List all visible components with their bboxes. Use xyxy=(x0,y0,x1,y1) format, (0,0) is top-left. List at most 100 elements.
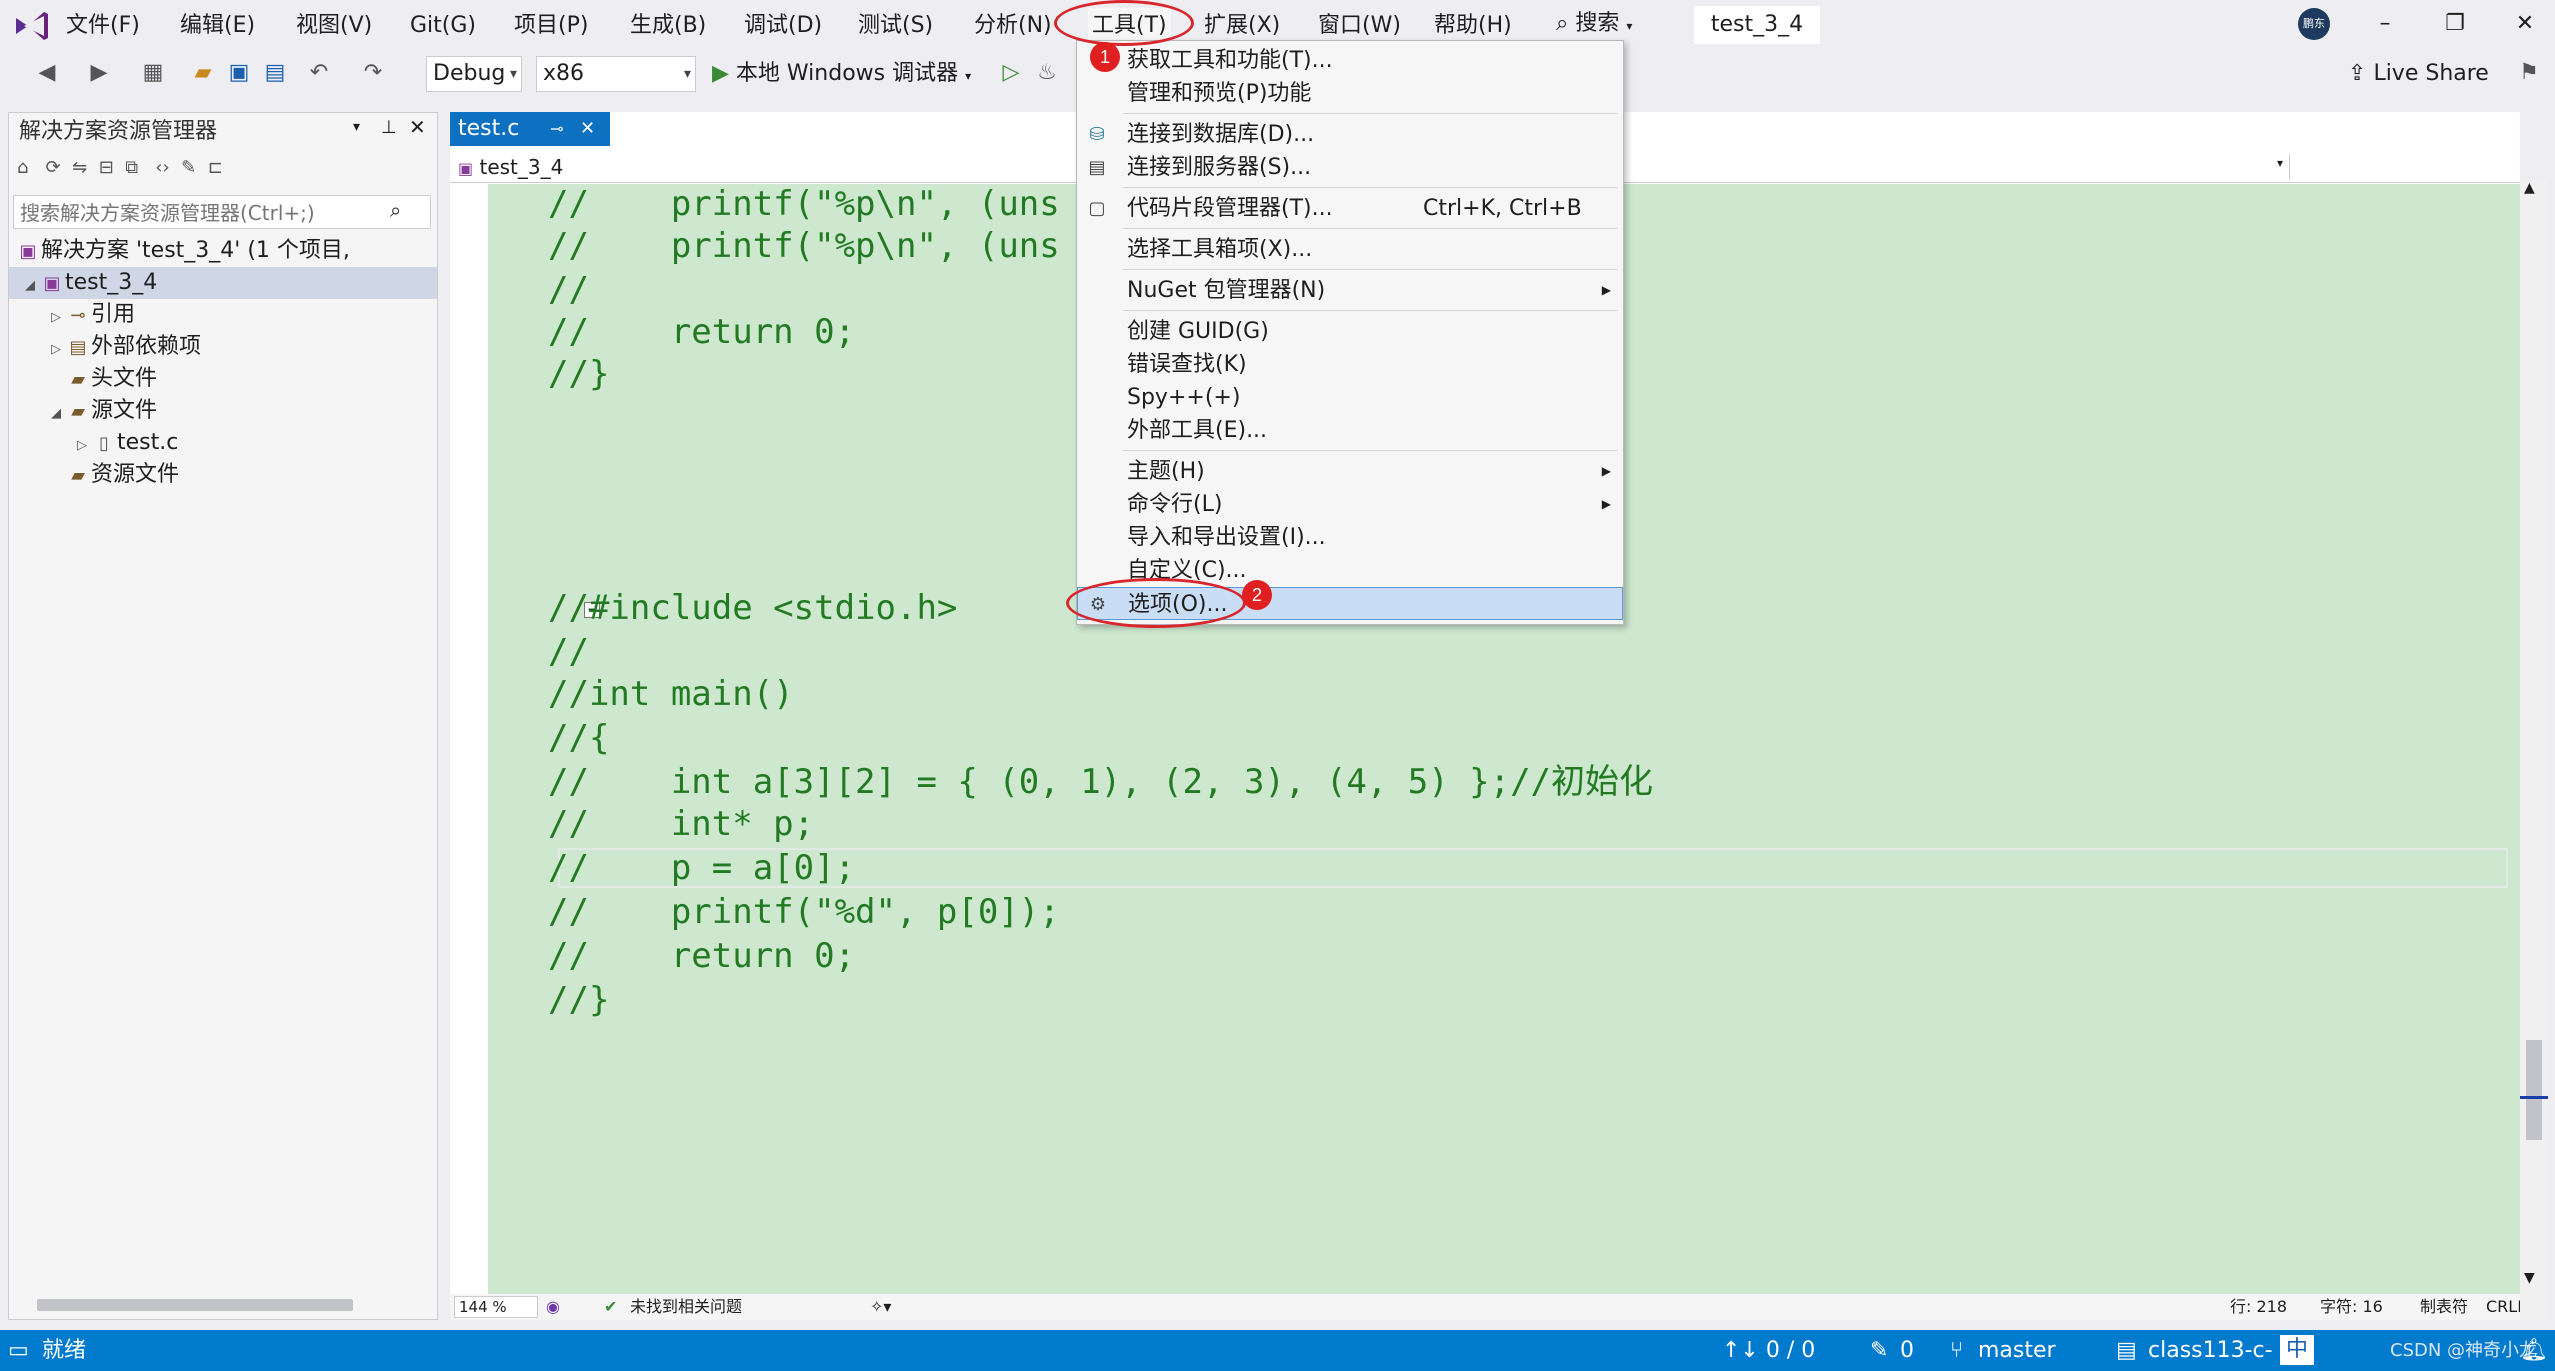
start-without-debug-icon[interactable]: ▷ xyxy=(998,60,1024,86)
new-project-icon[interactable]: ▦ xyxy=(140,60,166,86)
save-all-icon[interactable]: ▤ xyxy=(262,60,288,86)
menu-help[interactable]: 帮助(H) xyxy=(1434,8,1512,44)
preview-icon[interactable]: ⊏ xyxy=(208,157,223,178)
undo-icon[interactable]: ↶ xyxy=(306,60,332,86)
scope-dropdown[interactable]: ▣ test_3_4 xyxy=(452,154,1072,180)
restore-button[interactable]: ❐ xyxy=(2430,6,2480,42)
config-dropdown[interactable]: Debug ▾ xyxy=(426,56,522,92)
menu-project[interactable]: 项目(P) xyxy=(514,8,588,44)
menu-import-export[interactable]: 导入和导出设置(I)... xyxy=(1077,521,1623,554)
vertical-scrollbar[interactable]: ▲ ▼ xyxy=(2520,180,2548,1320)
tree-node-project[interactable]: ◢ ▣ test_3_4 xyxy=(9,267,437,299)
tree-node-test-c[interactable]: ▷ ▯ test.c xyxy=(9,427,178,459)
solution-explorer-panel: 解决方案资源管理器 ▾ ⊥ ✕ ⌂ ⟳ ⇋ ⊟ ⧉ ‹› ✎ ⊏ ⌕ ▣解决方案… xyxy=(8,112,438,1320)
function-dropdown[interactable] xyxy=(2296,154,2555,180)
menu-test[interactable]: 测试(S) xyxy=(858,8,933,44)
line-indicator[interactable]: 行: 218 xyxy=(2230,1294,2287,1320)
tree-node-external-deps[interactable]: ▷ ▤ 外部依赖项 xyxy=(9,331,201,363)
back-icon[interactable]: ◀ xyxy=(34,60,60,86)
menu-connect-server[interactable]: ▤ 连接到服务器(S)... xyxy=(1077,151,1623,184)
hot-reload-icon[interactable]: ♨ xyxy=(1034,60,1060,86)
menu-theme[interactable]: 主题(H) ▶ xyxy=(1077,455,1623,488)
switch-view-icon[interactable]: ⇋ xyxy=(72,157,87,178)
tree-node-source-files[interactable]: ◢ ▰ 源文件 xyxy=(9,395,157,427)
menu-git[interactable]: Git(G) xyxy=(410,8,476,44)
home-icon[interactable]: ⌂ xyxy=(17,157,28,178)
collapsed-icon[interactable]: ▷ xyxy=(47,334,65,366)
redo-icon[interactable]: ↷ xyxy=(360,60,386,86)
menu-connect-database[interactable]: ⛁ 连接到数据库(D)... xyxy=(1077,118,1623,151)
tab-mode-indicator[interactable]: 制表符 xyxy=(2420,1294,2468,1320)
repo-name[interactable]: class113-c- xyxy=(2148,1330,2273,1371)
expanded-icon[interactable]: ◢ xyxy=(47,398,65,430)
scroll-up-icon[interactable]: ▲ xyxy=(2524,180,2535,196)
scroll-position-marker xyxy=(2520,1096,2548,1099)
menu-snippet-manager[interactable]: ▢ 代码片段管理器(T)... Ctrl+K, Ctrl+B xyxy=(1077,192,1623,225)
collapsed-icon[interactable]: ▷ xyxy=(47,302,65,334)
menu-extensions[interactable]: 扩展(X) xyxy=(1204,8,1280,44)
sync-icon[interactable]: ⟳ xyxy=(46,157,61,178)
panel-dropdown-icon[interactable]: ▾ xyxy=(353,119,360,135)
collapsed-icon[interactable]: ▷ xyxy=(73,430,91,462)
intellicode-icon[interactable]: ◉ xyxy=(546,1294,560,1320)
menu-analyze[interactable]: 分析(N) xyxy=(974,8,1052,44)
platform-dropdown[interactable]: x86 ▾ xyxy=(536,56,696,92)
tree-node-resource-files[interactable]: ▰ 资源文件 xyxy=(9,459,179,491)
forward-icon[interactable]: ▶ xyxy=(86,60,112,86)
code-icon[interactable]: ‹› xyxy=(155,157,169,178)
tab-test-c[interactable]: test.c ⊸ ✕ xyxy=(450,112,610,146)
tab-label: test.c xyxy=(458,116,520,141)
start-debug-button[interactable]: ▶ 本地 Windows 调试器 ▾ xyxy=(712,56,971,92)
scroll-thumb[interactable] xyxy=(2526,1040,2542,1140)
menu-create-guid[interactable]: 创建 GUID(G) xyxy=(1077,315,1623,348)
pin-tab-icon[interactable]: ⊸ xyxy=(550,112,563,146)
explorer-search-box[interactable]: ⌕ xyxy=(13,195,431,229)
zoom-dropdown[interactable]: 144 % xyxy=(454,1296,538,1318)
avatar[interactable]: 鹏东 xyxy=(2298,8,2330,40)
menu-view[interactable]: 视图(V) xyxy=(296,8,372,44)
menu-get-tools[interactable]: 获取工具和功能(T)... xyxy=(1077,44,1623,77)
live-share-button[interactable]: ⇪ Live Share xyxy=(2348,56,2489,92)
menu-build[interactable]: 生成(B) xyxy=(630,8,706,44)
menu-choose-toolbox[interactable]: 选择工具箱项(X)... xyxy=(1077,233,1623,266)
menu-nuget[interactable]: NuGet 包管理器(N) ▶ xyxy=(1077,274,1623,307)
tree-node-solution[interactable]: ▣ 解决方案 'test_3_4' (1 个项目, xyxy=(15,235,349,267)
tree-node-header-files[interactable]: ▰ 头文件 xyxy=(9,363,157,395)
pending-edits[interactable]: 0 xyxy=(1900,1330,1914,1371)
cleanup-icon[interactable]: ✧▾ xyxy=(870,1294,891,1320)
menu-window[interactable]: 窗口(W) xyxy=(1318,8,1401,44)
notification-icon[interactable]: 🔔︎ xyxy=(2520,1330,2548,1371)
output-icon[interactable]: ▭ xyxy=(8,1330,29,1371)
member-dropdown[interactable]: ▾ xyxy=(1630,154,2290,180)
menu-edit[interactable]: 编辑(E) xyxy=(180,8,255,44)
explorer-search-input[interactable] xyxy=(18,198,382,228)
issues-text[interactable]: 未找到相关问题 xyxy=(630,1294,742,1320)
pin-icon[interactable]: ⊥ xyxy=(381,117,397,138)
menu-file[interactable]: 文件(F) xyxy=(66,8,140,44)
open-folder-icon[interactable]: ▰ xyxy=(190,60,216,86)
expanded-icon[interactable]: ◢ xyxy=(21,270,39,302)
menu-command-line[interactable]: 命令行(L) ▶ xyxy=(1077,488,1623,521)
collapse-all-icon[interactable]: ⊟ xyxy=(99,157,114,178)
global-search[interactable]: ⌕ 搜索 ▾ xyxy=(1556,6,1632,44)
properties-icon[interactable]: ✎ xyxy=(181,157,196,178)
minimize-button[interactable]: – xyxy=(2360,6,2410,42)
sync-status[interactable]: ↑↓ 0 / 0 xyxy=(1722,1330,1815,1371)
menu-debug[interactable]: 调试(D) xyxy=(744,8,822,44)
menu-spy[interactable]: Spy++(+) xyxy=(1077,381,1623,414)
close-window-button[interactable]: ✕ xyxy=(2500,6,2550,42)
scroll-down-icon[interactable]: ▼ xyxy=(2524,1270,2535,1286)
close-icon[interactable]: ✕ xyxy=(580,112,595,146)
ime-indicator[interactable]: 中 xyxy=(2280,1335,2315,1365)
show-all-files-icon[interactable]: ⧉ xyxy=(125,157,138,178)
menu-external-tools[interactable]: 外部工具(E)... xyxy=(1077,414,1623,447)
save-icon[interactable]: ▣ xyxy=(226,60,252,86)
branch-name[interactable]: master xyxy=(1978,1330,2056,1371)
menu-error-lookup[interactable]: 错误查找(K) xyxy=(1077,348,1623,381)
tree-node-references[interactable]: ▷ ⊸ 引用 xyxy=(9,299,135,331)
menu-manage-preview[interactable]: 管理和预览(P)功能 xyxy=(1077,77,1623,110)
feedback-icon[interactable]: ⚑ xyxy=(2516,60,2542,86)
close-icon[interactable]: ✕ xyxy=(409,115,426,139)
horizontal-scrollbar[interactable] xyxy=(37,1299,353,1311)
column-indicator[interactable]: 字符: 16 xyxy=(2320,1294,2383,1320)
